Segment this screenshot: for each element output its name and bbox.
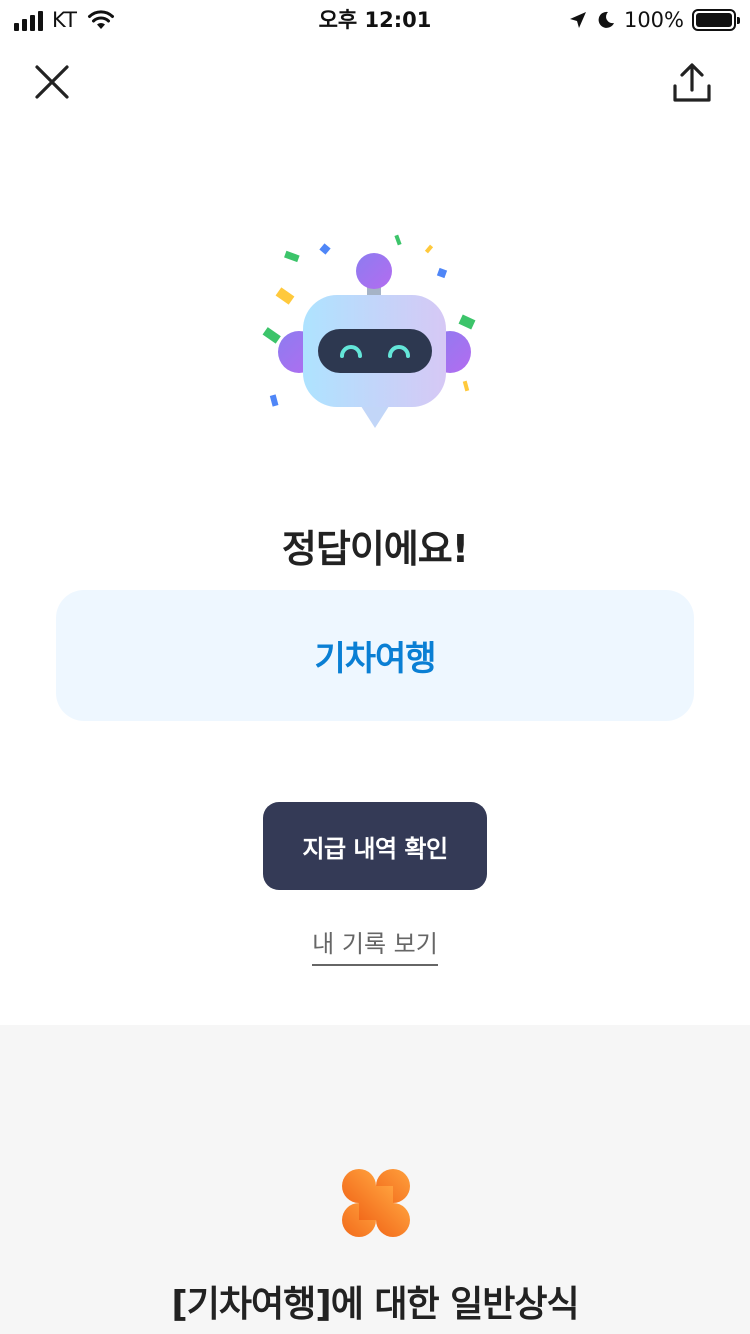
status-bar: KT 오후 12:01 100% [0,0,750,40]
battery-fill [696,13,732,27]
answer-card: 기차여행 [56,590,694,721]
history-link-container: 내 기록 보기 [0,924,750,966]
result-title: 정답이에요! [281,527,469,571]
share-icon[interactable] [672,62,712,104]
general-knowledge-section: [기차여행]에 대한 일반상식 [0,1025,750,1334]
battery-icon [692,9,740,31]
robot-mascot-icon [262,234,476,428]
status-right: 100% [568,6,740,34]
knowledge-title: [기차여행]에 대한 일반상식 [171,1284,579,1325]
answer-text: 기차여행 [314,639,436,679]
clover-icon [342,1169,410,1237]
moon-icon [598,11,614,28]
battery-percent: 100% [623,8,684,32]
quiz-result-screen: KT 오후 12:01 100% 정답이에요! 기차여행 지급 내역 확인 내 … [0,0,750,1334]
close-icon[interactable] [32,62,72,102]
payment-history-button[interactable]: 지급 내역 확인 [263,802,487,890]
location-arrow-icon [569,12,586,28]
my-history-link[interactable]: 내 기록 보기 [312,930,438,966]
